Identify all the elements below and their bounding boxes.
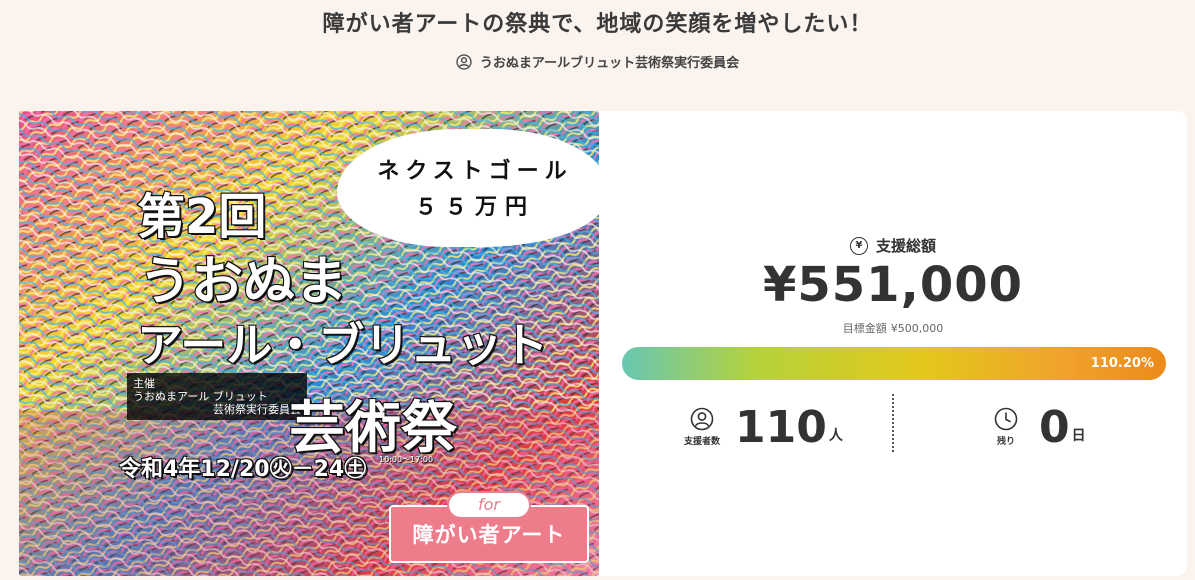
stats-divider (892, 394, 894, 452)
sponsor-label: 主催 (133, 377, 155, 390)
next-goal-label: ネクストゴール (377, 159, 573, 184)
total-support-amount: ¥551,000 (762, 257, 1024, 313)
supporters-label: 支援者数 (683, 437, 720, 447)
goal-label: 目標金額 (842, 322, 887, 335)
remaining-label: 残り (996, 437, 1015, 447)
progress-percent: 110.20% (1090, 356, 1154, 371)
user-icon (456, 53, 472, 70)
supporters-stat: 支援者数 110 人 (679, 397, 843, 457)
goal-value: ¥500,000 (890, 322, 944, 335)
poster-date: 令和4年12/20㊋－24㊏ (119, 457, 367, 482)
supporters-icon-box: 支援者数 (679, 407, 725, 447)
page-title: 障がい者アートの祭典で、地域の笑顔を増やしたい！ (322, 12, 873, 37)
category-badge-for: for (447, 491, 531, 519)
funding-stats-panel: ¥ 支援総額 ¥551,000 目標金額 ¥500,000 110.20% 支援者… (599, 111, 1187, 576)
project-hero-image: ネクストゴール ５５万円 第2回 うおぬま アール・ブリュット 主催 うおぬまア… (19, 111, 599, 576)
poster-edition: 第2回 (136, 188, 267, 246)
project-owner[interactable]: うおぬまアールブリュット芸術祭実行委員会 (0, 52, 1195, 71)
supporters-count: 110 (735, 401, 827, 453)
poster-time-line: 10:00〜17:00 (379, 455, 434, 464)
funding-progress-bar: 110.20% (622, 347, 1166, 380)
next-goal-cloud (337, 129, 599, 247)
sponsor-line: 芸術祭実行委員会 (213, 403, 301, 416)
goal-amount: 目標金額 ¥500,000 (599, 320, 1187, 336)
user-icon (690, 407, 714, 431)
poster-art-brut: アール・ブリュット (136, 317, 549, 373)
next-goal-amount: ５５万円 (414, 195, 535, 220)
remaining-unit: 日 (1071, 428, 1086, 444)
remaining-icon-box: 残り (983, 407, 1029, 447)
remaining-days-stat: 残り 0 日 (983, 397, 1086, 457)
total-support-label-text: 支援総額 (875, 237, 936, 255)
sponsor-line: うおぬまアール ブリュット (133, 390, 268, 403)
total-support-label: ¥ 支援総額 (599, 235, 1187, 256)
owner-name: うおぬまアールブリュット芸術祭実行委員会 (479, 56, 740, 71)
poster-time: 10:00〜17:00 (379, 455, 433, 464)
yen-icon: ¥ (849, 236, 868, 255)
poster-sponsor: 主催 うおぬまアール ブリュット 芸術祭実行委員会 (127, 373, 307, 420)
remaining-count: 0 (1039, 401, 1070, 453)
poster-place: うおぬま (138, 251, 348, 313)
clock-icon (994, 407, 1018, 431)
supporters-unit: 人 (828, 428, 843, 444)
